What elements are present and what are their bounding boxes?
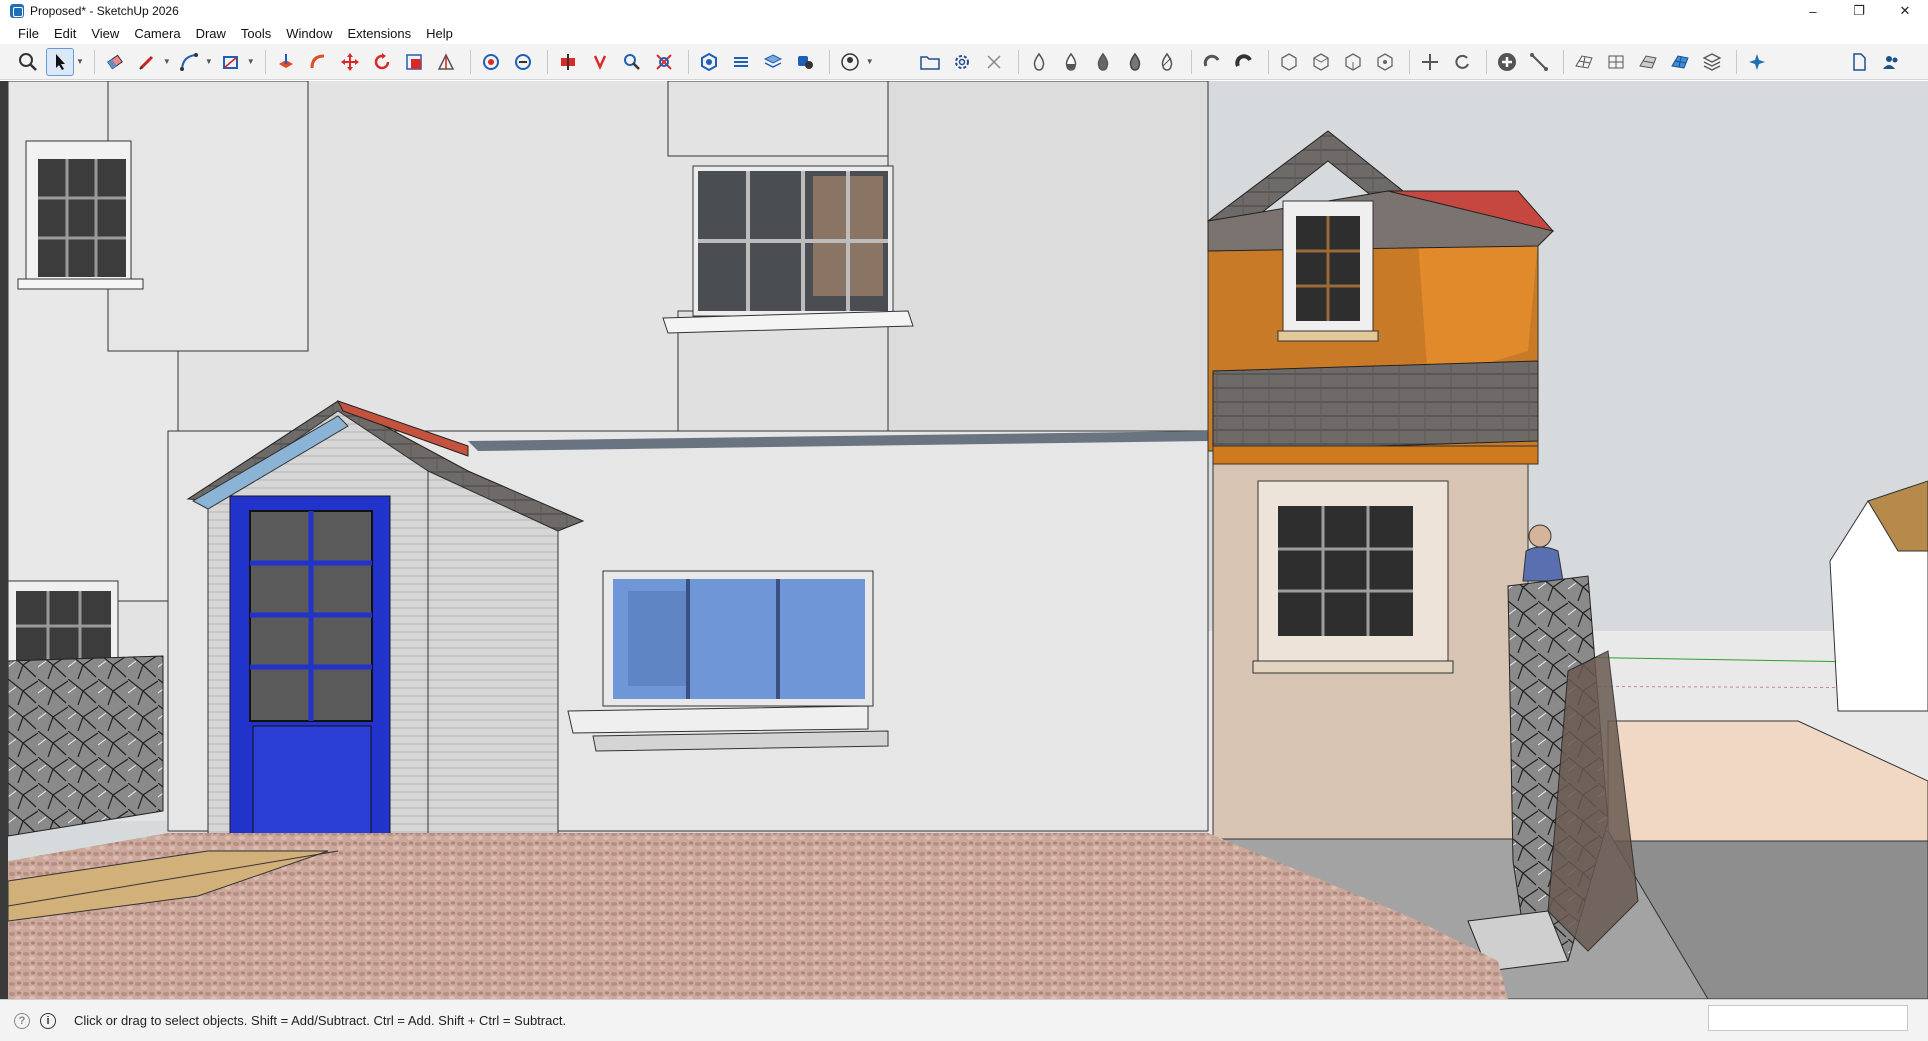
drop-3-icon[interactable] [1089, 48, 1117, 76]
info-icon[interactable]: i [40, 1012, 56, 1029]
hex-4-icon[interactable] [1371, 48, 1399, 76]
drop-2-icon[interactable] [1057, 48, 1085, 76]
title-bar: Proposed* - SketchUp 2026 – ❐ ✕ [0, 0, 1928, 22]
zoom-window-icon[interactable] [650, 48, 678, 76]
geo-location-icon[interactable]: ? [14, 1012, 30, 1029]
hex-3-icon[interactable] [1339, 48, 1367, 76]
rectangle-icon[interactable] [217, 48, 245, 76]
panel-edge [0, 81, 8, 999]
model-viewport[interactable] [8, 81, 1928, 999]
menu-window[interactable]: Window [286, 26, 332, 41]
stack-icon[interactable] [1698, 48, 1726, 76]
look-around-icon[interactable] [509, 48, 537, 76]
main-toolbar: ▼ ▼ ▼ ▼ ▼ [0, 44, 1928, 80]
sparkle-icon[interactable] [1743, 48, 1771, 76]
new-page-icon[interactable] [1845, 48, 1873, 76]
chevron-down-icon[interactable]: ▼ [163, 57, 171, 66]
menu-draw[interactable]: Draw [196, 26, 226, 41]
styles-icon[interactable] [727, 48, 755, 76]
window-title: Proposed* - SketchUp 2026 [30, 4, 179, 18]
walk-icon[interactable] [477, 48, 505, 76]
arrows-in-icon[interactable] [1416, 48, 1444, 76]
drop-5-icon[interactable] [1153, 48, 1181, 76]
measurements-box[interactable] [1708, 1005, 1908, 1031]
chevron-down-icon[interactable]: ▼ [76, 57, 84, 66]
chevron-down-icon[interactable]: ▼ [205, 57, 213, 66]
menu-file[interactable]: File [18, 26, 39, 41]
mesh-2-icon[interactable] [1602, 48, 1630, 76]
settings-gear-icon[interactable] [948, 48, 976, 76]
menu-tools[interactable]: Tools [241, 26, 271, 41]
scene-drawing [8, 81, 1928, 999]
measure-line-icon[interactable] [1525, 48, 1553, 76]
add-circle-icon[interactable] [1493, 48, 1521, 76]
section-icon[interactable] [432, 48, 460, 76]
mesh-3-icon[interactable] [1634, 48, 1662, 76]
magnet-2-icon[interactable] [1230, 48, 1258, 76]
orbit-icon[interactable] [586, 48, 614, 76]
materials-icon[interactable] [695, 48, 723, 76]
minimize-button[interactable]: – [1790, 0, 1836, 22]
chevron-down-icon[interactable]: ▼ [247, 57, 255, 66]
menu-view[interactable]: View [91, 26, 119, 41]
users-icon[interactable] [1877, 48, 1905, 76]
position-camera-icon[interactable] [554, 48, 582, 76]
pencil-icon[interactable] [133, 48, 161, 76]
follow-me-icon[interactable] [304, 48, 332, 76]
menu-camera[interactable]: Camera [134, 26, 180, 41]
user-icon[interactable] [836, 48, 864, 76]
layers-icon[interactable] [759, 48, 787, 76]
refresh-icon[interactable] [1448, 48, 1476, 76]
eraser-icon[interactable] [101, 48, 129, 76]
scale-icon[interactable] [400, 48, 428, 76]
zoom-extents-icon[interactable] [14, 48, 42, 76]
status-bar: ? i Click or drag to select objects. Shi… [0, 999, 1928, 1041]
arc-icon[interactable] [175, 48, 203, 76]
hex-1-icon[interactable] [1275, 48, 1303, 76]
close-button[interactable]: ✕ [1882, 0, 1928, 22]
menu-bar: File Edit View Camera Draw Tools Window … [0, 22, 1928, 44]
menu-extensions[interactable]: Extensions [348, 26, 412, 41]
open-folder-icon[interactable] [916, 48, 944, 76]
chevron-down-icon[interactable]: ▼ [866, 57, 874, 66]
pan-icon[interactable] [618, 48, 646, 76]
status-hint: Click or drag to select objects. Shift =… [74, 1013, 567, 1028]
menu-edit[interactable]: Edit [54, 26, 76, 41]
mesh-1-icon[interactable] [1570, 48, 1598, 76]
sketchup-app-icon [10, 4, 24, 18]
drop-4-icon[interactable] [1121, 48, 1149, 76]
move-icon[interactable] [336, 48, 364, 76]
components-icon[interactable] [791, 48, 819, 76]
drop-1-icon[interactable] [1025, 48, 1053, 76]
menu-help[interactable]: Help [426, 26, 453, 41]
maximize-button[interactable]: ❐ [1836, 0, 1882, 22]
close-x-icon[interactable] [980, 48, 1008, 76]
hex-2-icon[interactable] [1307, 48, 1335, 76]
select-icon[interactable] [46, 47, 74, 76]
mesh-4-icon[interactable] [1666, 48, 1694, 76]
push-pull-icon[interactable] [272, 48, 300, 76]
rotate-icon[interactable] [368, 48, 396, 76]
magnet-1-icon[interactable] [1198, 48, 1226, 76]
